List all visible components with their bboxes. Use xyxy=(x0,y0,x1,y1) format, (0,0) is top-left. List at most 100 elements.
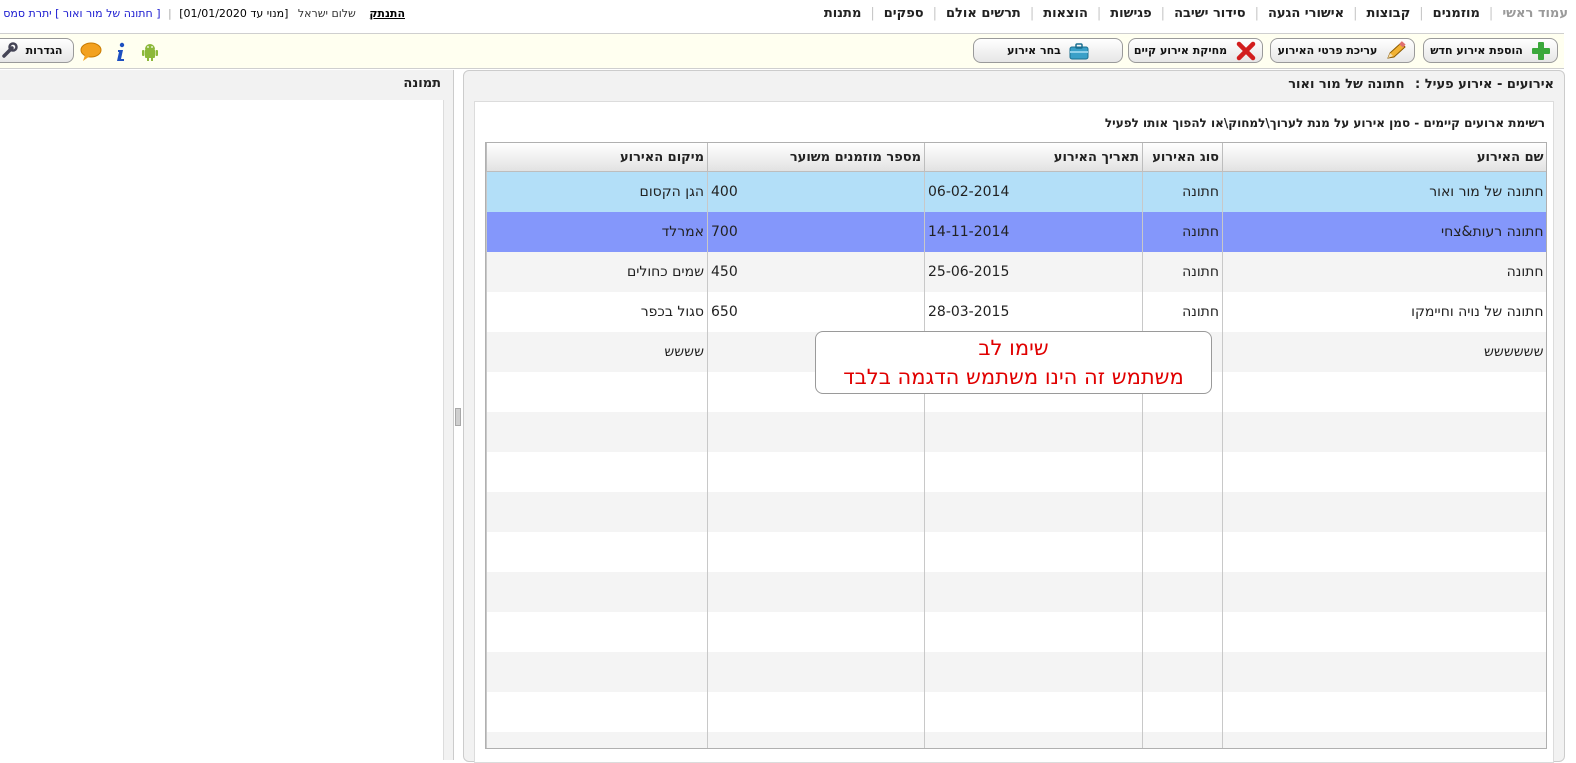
event-guests-cell: 650 xyxy=(707,292,925,332)
event-name-cell: שששששש xyxy=(1222,332,1546,372)
column-header-date[interactable]: תאריך האירוע xyxy=(924,143,1143,172)
nav-groups[interactable]: קבוצות xyxy=(1366,6,1410,21)
nav-home[interactable]: עמוד ראשי xyxy=(1502,6,1568,21)
empty-row xyxy=(486,572,1546,612)
briefcase-icon xyxy=(1069,42,1089,60)
events-panel: אירועים - אירוע פעיל : חתונה של מור ואור… xyxy=(463,70,1565,763)
nav-rsvp[interactable]: אישורי הגעה xyxy=(1268,6,1344,21)
empty-row xyxy=(486,652,1546,692)
event-guests-cell: 450 xyxy=(707,252,925,292)
edit-event-button[interactable]: עריכת פרטי האירוע xyxy=(1270,38,1415,63)
event-name-cell: חתונה רעות&צחי xyxy=(1222,212,1546,252)
delete-event-button[interactable]: מחיקת אירוע קיים xyxy=(1128,38,1263,63)
column-header-guests[interactable]: מספר מוזמנים משוער xyxy=(707,143,925,172)
nav-suppliers[interactable]: ספקים xyxy=(884,6,924,21)
image-panel-content xyxy=(0,100,444,760)
wrench-icon xyxy=(0,41,18,60)
empty-row xyxy=(486,492,1546,532)
nav-separator: | xyxy=(870,6,875,21)
nav-separator: | xyxy=(1254,6,1259,21)
table-row[interactable]: חתונה חתונה 25-06-2015 450 שמים כחולים xyxy=(486,252,1546,292)
pencil-icon xyxy=(1385,40,1407,61)
notice-title: שימו לב xyxy=(978,336,1049,360)
plus-icon xyxy=(1531,41,1551,61)
logout-link[interactable]: התנתק xyxy=(369,7,405,20)
nav-guests[interactable]: מוזמנים xyxy=(1433,6,1480,21)
edit-event-label: עריכת פרטי האירוע xyxy=(1277,44,1378,57)
events-panel-body: רשימת ארועים קיימים - סמן אירוע על מנת ל… xyxy=(474,101,1554,763)
column-header-name[interactable]: שם האירוע xyxy=(1222,143,1546,172)
active-event-info[interactable]: [ חתונה של מור ואור ] יתרת סמס 1 xyxy=(0,7,160,20)
table-row[interactable]: חתונה של מור ואור חתונה 06-02-2014 400 ה… xyxy=(486,171,1546,212)
image-panel: תמונה xyxy=(0,70,454,760)
main-nav: עמוד ראשי | מוזמנים | קבוצות | אישורי הגעה | סיד… xyxy=(824,6,1568,21)
table-row[interactable]: חתונה של נויה וחיימקו חתונה 28-03-2015 6… xyxy=(486,292,1546,332)
info-separator: | xyxy=(167,7,172,20)
events-list-title: רשימת ארועים קיימים - סמן אירוע על מנת ל… xyxy=(1104,116,1545,130)
event-location-cell: אמרלד xyxy=(486,212,708,252)
event-name-cell: חתונה של מור ואור xyxy=(1222,171,1546,212)
event-guests-cell: 700 xyxy=(707,212,925,252)
event-date-cell: 25-06-2015 xyxy=(924,252,1143,292)
add-event-button[interactable]: הוספת אירוע חדש xyxy=(1423,38,1558,63)
toolbar: הוספת אירוע חדש עריכת פרטי האירוע מחיקת … xyxy=(0,33,1564,69)
column-header-type[interactable]: סוג האירוע xyxy=(1142,143,1223,172)
top-bar: עמוד ראשי | מוזמנים | קבוצות | אישורי הגעה | סיד… xyxy=(0,0,1576,30)
choose-event-label: בחר אירוע xyxy=(1007,44,1061,57)
events-panel-header: אירועים - אירוע פעיל : חתונה של מור ואור xyxy=(1288,77,1554,92)
nav-hall-map[interactable]: תרשים אולם xyxy=(946,6,1021,21)
image-panel-title: תמונה xyxy=(403,76,441,91)
info-icon[interactable] xyxy=(114,42,128,66)
nav-separator: | xyxy=(1160,6,1166,21)
settings-button[interactable]: הגדרות xyxy=(0,38,74,63)
event-date-cell: 28-03-2015 xyxy=(924,292,1143,332)
account-info: התנתק שלום ישראל [מנוי עד 01/01/2020] | … xyxy=(0,7,405,20)
x-icon xyxy=(1235,40,1257,62)
android-icon[interactable] xyxy=(140,42,160,66)
empty-row xyxy=(486,692,1546,732)
nav-gifts[interactable]: מתנות xyxy=(824,6,862,21)
nav-expenses[interactable]: הוצאות xyxy=(1043,6,1088,21)
table-row[interactable]: חתונה רעות&צחי חתונה 14-11-2014 700 אמרל… xyxy=(486,212,1546,252)
nav-separator: | xyxy=(1353,6,1358,21)
event-name-cell: חתונה של נויה וחיימקו xyxy=(1222,292,1546,332)
event-type-cell: חתונה xyxy=(1142,292,1223,332)
events-table: שם האירוע סוג האירוע תאריך האירוע מספר מ… xyxy=(485,142,1547,749)
event-name-cell: חתונה xyxy=(1222,252,1546,292)
empty-row xyxy=(486,732,1546,748)
empty-row xyxy=(486,612,1546,652)
event-date-cell: 06-02-2014 xyxy=(924,171,1143,212)
column-header-location[interactable]: מיקום האירוע xyxy=(486,143,708,172)
event-date-cell: 14-11-2014 xyxy=(924,212,1143,252)
empty-row xyxy=(486,532,1546,572)
nav-separator: | xyxy=(1488,6,1494,21)
nav-seating[interactable]: סידור ישיבה xyxy=(1174,6,1246,21)
event-location-cell: סגול בכפר xyxy=(486,292,708,332)
nav-separator: | xyxy=(932,6,937,21)
event-guests-cell: 400 xyxy=(707,171,925,212)
nav-separator: | xyxy=(1096,6,1102,21)
table-header-row: שם האירוע סוג האירוע תאריך האירוע מספר מ… xyxy=(486,143,1546,172)
delete-event-label: מחיקת אירוע קיים xyxy=(1133,44,1228,57)
notice-message: משתמש זה הינו משתמש הדגמה בלבד xyxy=(843,365,1184,389)
speech-bubble-icon[interactable] xyxy=(80,42,102,66)
empty-row xyxy=(486,452,1546,492)
nav-meetings[interactable]: פגישות xyxy=(1110,6,1151,21)
greeting-text: שלום ישראל xyxy=(297,7,356,20)
subscription-date: [מנוי עד 01/01/2020] xyxy=(179,7,289,20)
nav-separator: | xyxy=(1029,6,1035,21)
nav-separator: | xyxy=(1419,6,1424,21)
demo-user-notice: שימו לב משתמש זה הינו משתמש הדגמה בלבד xyxy=(815,331,1212,394)
event-location-cell: שמים כחולים xyxy=(486,252,708,292)
event-location-cell: הגן הקסום xyxy=(486,171,708,212)
choose-event-button[interactable]: בחר אירוע xyxy=(973,38,1123,63)
active-event-name: חתונה של מור ואור xyxy=(1288,77,1405,92)
event-type-cell: חתונה xyxy=(1142,171,1223,212)
settings-label: הגדרות xyxy=(25,44,63,57)
event-location-cell: שששש xyxy=(486,332,708,372)
add-event-label: הוספת אירוע חדש xyxy=(1430,44,1523,57)
event-type-cell: חתונה xyxy=(1142,212,1223,252)
empty-row xyxy=(486,412,1546,452)
events-header-label: אירועים - אירוע פעיל : xyxy=(1415,77,1554,92)
panel-splitter-handle[interactable] xyxy=(455,408,461,426)
